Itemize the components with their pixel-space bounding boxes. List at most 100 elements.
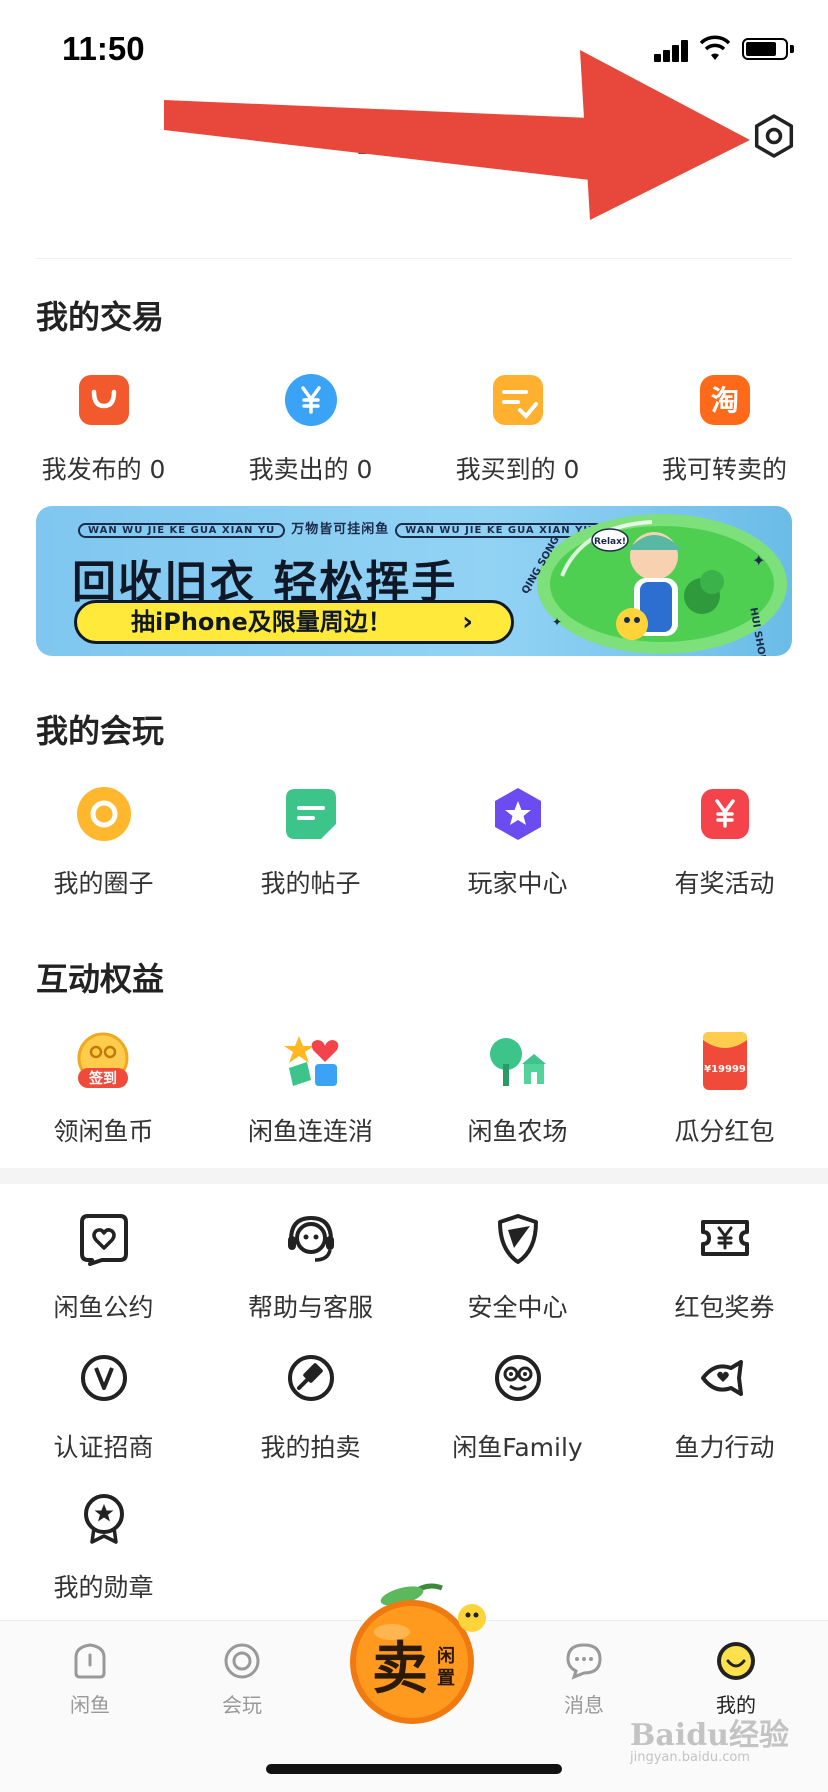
tab-xianyu[interactable]: 闲鱼 [30,1641,150,1731]
coupon-icon [701,1220,749,1256]
tab-label: 消息 [564,1693,604,1717]
banner-tagline: WAN WU JIE KE GUA XIAN YU 万物皆可挂闲鱼 WAN WU J… [72,518,603,538]
play-row: 我的圈子 我的帖子 玩家中心 有奖活动 [0,786,828,926]
play-label: 有奖活动 [674,869,775,898]
section-gap [0,1168,828,1184]
service-item-coupons[interactable]: 红包奖券 [621,1210,828,1350]
benefit-item-coins[interactable]: 签到 领闲鱼币 [0,1032,207,1174]
benefit-label: 闲鱼农场 [467,1117,568,1146]
benefit-label: 闲鱼连连消 [247,1117,373,1146]
svg-text:淘: 淘 [711,384,739,417]
play-item-player-center[interactable]: 玩家中心 [414,786,621,926]
banner-illustration: QING SONG HUI SHOU Relax! ✦ ✦ [520,514,787,656]
fish-heart-icon [701,1360,743,1396]
services-row-1: 闲鱼公约 帮助与客服 安全中心 红包奖券 [0,1210,828,1350]
circle-ring-icon [77,787,131,841]
play-label: 我的圈子 [53,869,154,898]
checklist-icon [493,375,543,425]
taobao-icon: 淘 [700,375,750,425]
service-item-certification[interactable]: 认证招商 [0,1350,207,1490]
svg-text:置: 置 [437,1668,455,1689]
svg-text:签到: 签到 [88,1070,117,1087]
tab-label: 闲鱼 [70,1693,110,1717]
benefit-item-match-game[interactable]: 闲鱼连连消 [207,1034,414,1174]
service-label: 闲鱼公约 [53,1293,154,1322]
sell-idle-button[interactable]: 卖 闲 置 [342,1580,492,1730]
trade-label: 我卖出的 0 [248,455,373,484]
monkey-face-icon [495,1355,541,1401]
service-label: 安全中心 [467,1293,568,1322]
service-label: 认证招商 [53,1433,154,1462]
svg-text:Relax!: Relax! [594,537,626,547]
ring-icon [224,1643,260,1679]
benefits-row: 签到 领闲鱼币 闲鱼连连消 闲鱼农场 ¥19999 瓜分红包 [0,1032,828,1174]
benefit-label: 领闲鱼币 [53,1117,154,1146]
status-bar: 11:50 [0,0,828,100]
service-label: 帮助与客服 [247,1293,373,1322]
profile-name[interactable]: 小熊开开 [300,118,520,154]
section-title-benefits: 互动权益 [36,960,165,998]
trade-label: 我发布的 0 [41,455,166,484]
service-label: 红包奖券 [674,1293,775,1322]
play-item-posts[interactable]: 我的帖子 [207,786,414,926]
service-label: 我的勋章 [53,1573,154,1602]
service-item-medals[interactable]: 我的勋章 [0,1490,207,1630]
svg-text:¥19999: ¥19999 [704,1064,746,1075]
benefit-item-farm[interactable]: 闲鱼农场 [414,1034,621,1174]
trade-row: 我发布的 0 我卖出的 0 我买到的 0 淘 我可转卖的 [0,372,828,512]
play-item-circles[interactable]: 我的圈子 [0,786,207,926]
trade-item-resellable[interactable]: 淘 我可转卖的 [621,372,828,512]
benefit-label: 瓜分红包 [674,1117,775,1146]
trade-item-bought[interactable]: 我买到的 0 [414,372,621,512]
baidu-watermark: Baidu经验 jingyan.baidu.com [630,1718,789,1765]
yen-coin-icon [285,374,337,426]
star-hexagon-icon [495,788,541,840]
service-label: 我的拍卖 [260,1433,361,1462]
service-item-family[interactable]: 闲鱼Family [414,1350,621,1490]
status-time: 11:50 [62,30,145,67]
service-item-auction[interactable]: 我的拍卖 [207,1350,414,1490]
play-item-prize-events[interactable]: 有奖活动 [621,786,828,926]
play-label: 玩家中心 [467,869,568,898]
chat-icon [566,1643,602,1680]
home-icon [74,1643,106,1679]
service-item-convention[interactable]: 闲鱼公约 [0,1210,207,1350]
service-label: 闲鱼Family [452,1433,583,1462]
tab-huiwan[interactable]: 会玩 [182,1641,302,1731]
svg-text:✦: ✦ [552,615,562,629]
heart-doc-icon [80,1214,128,1266]
trade-item-published[interactable]: 我发布的 0 [0,372,207,512]
battery-icon [742,38,788,60]
shield-icon [498,1214,538,1264]
match-game-icon [284,1036,339,1086]
service-label: 鱼力行动 [674,1433,775,1462]
svg-text:卖: 卖 [372,1637,428,1702]
banner-cta-button[interactable]: 抽iPhone及限量周边！ › [74,600,514,644]
gavel-icon [288,1355,334,1401]
home-indicator[interactable] [266,1764,562,1774]
shopping-bag-icon [79,375,129,425]
trade-label: 我买到的 0 [455,455,580,484]
tab-messages[interactable]: 消息 [524,1641,644,1731]
trade-label: 我可转卖的 [661,455,787,484]
benefit-item-red-packet[interactable]: ¥19999 瓜分红包 [621,1032,828,1174]
services-row-2: 认证招商 我的拍卖 闲鱼Family 鱼力行动 [0,1350,828,1490]
service-item-security[interactable]: 安全中心 [414,1210,621,1350]
section-title-play: 我的会玩 [36,712,165,750]
trade-item-sold[interactable]: 我卖出的 0 [207,372,414,512]
medal-icon [84,1494,124,1544]
headset-icon [288,1215,334,1262]
svg-text:✦: ✦ [752,551,765,570]
play-label: 我的帖子 [260,869,361,898]
v-badge-icon [81,1355,127,1401]
farm-tree-icon [490,1038,546,1086]
sign-in-coin-icon: 签到 [77,1032,129,1088]
service-item-help[interactable]: 帮助与客服 [207,1210,414,1350]
service-item-fish-action[interactable]: 鱼力行动 [621,1350,828,1490]
settings-icon[interactable] [752,114,796,158]
section-title-trade: 我的交易 [36,298,165,336]
divider [36,258,792,259]
prize-yen-icon [701,789,749,839]
tab-label: 会玩 [222,1693,262,1717]
promo-banner[interactable]: WAN WU JIE KE GUA XIAN YU 万物皆可挂闲鱼 WAN WU J… [36,506,792,656]
